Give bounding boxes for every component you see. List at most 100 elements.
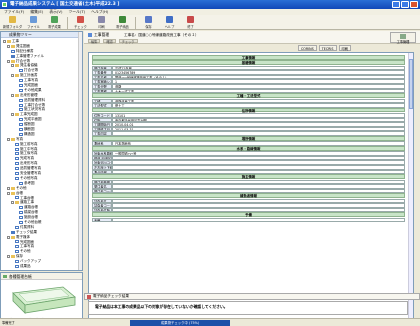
tab-tecris[interactable]: TECRIS xyxy=(318,45,337,51)
expand-icon[interactable] xyxy=(11,113,14,117)
section-header: 請負者情報 xyxy=(92,193,405,198)
file-icon xyxy=(15,152,19,156)
folder-icon xyxy=(11,44,15,48)
doc-title-text: 工事管理 xyxy=(94,32,110,37)
toolbar-button[interactable]: ヘルプ xyxy=(159,15,180,30)
construction-manage-label: 工事管理 xyxy=(396,40,410,44)
field-label: 予備 xyxy=(92,217,112,223)
file-icon xyxy=(15,171,19,175)
file-icon xyxy=(19,103,23,107)
section-title: 水系・路線情報 xyxy=(92,145,405,151)
expand-icon[interactable] xyxy=(11,201,14,205)
toolbar-button[interactable]: 終了 xyxy=(180,15,201,30)
toolbar-button[interactable]: チェック xyxy=(70,15,91,30)
expand-icon[interactable] xyxy=(7,186,10,190)
section-header: 基礎情報 xyxy=(92,60,405,65)
toolbar-icon xyxy=(51,16,58,23)
check-bar-label: 電子納品チェック結果 xyxy=(93,294,129,298)
toolbar-button[interactable]: 新規フォルダ xyxy=(2,15,23,30)
section-header: 場所情報 xyxy=(92,136,405,141)
toolbar-label: ヘルプ xyxy=(164,25,175,29)
minimize-button[interactable] xyxy=(392,1,400,8)
folder-icon xyxy=(11,186,15,190)
expand-icon[interactable] xyxy=(7,44,10,48)
shape-panel-header: 各種管理台帳 xyxy=(1,273,82,280)
section-header: 工種・工法型式 xyxy=(92,93,405,98)
toolbar-button[interactable]: ファイル xyxy=(23,15,44,30)
toolbar-label: 印刷 xyxy=(98,25,105,29)
tab-check[interactable]: チェック xyxy=(118,39,138,44)
form-scrollbar[interactable] xyxy=(408,53,413,321)
maximize-button[interactable] xyxy=(401,1,409,8)
expand-icon[interactable] xyxy=(11,64,14,68)
expand-icon[interactable] xyxy=(7,137,10,141)
toolbar-button[interactable]: 印刷 xyxy=(91,15,112,30)
toolbar-label: 保存 xyxy=(145,25,152,29)
section-header: 施主情報 xyxy=(92,174,405,179)
section-header: 工事情報 xyxy=(92,55,405,60)
construction-manage-button[interactable]: 工事管理 xyxy=(390,32,416,44)
folder-icon xyxy=(11,255,15,259)
tab-edit[interactable]: 編集 xyxy=(88,39,101,44)
expand-icon[interactable] xyxy=(7,59,10,63)
file-icon xyxy=(15,147,19,151)
expand-icon[interactable] xyxy=(7,255,10,259)
toolbar-button[interactable]: 電子納品 xyxy=(112,15,133,30)
section-title: 工事情報 xyxy=(92,55,405,60)
form-area: 工事情報 基礎情報 発注年度 平成22年度 工事番号 0123456789 工事名称 国道○○… xyxy=(88,52,414,322)
section-title: 予備 xyxy=(92,212,405,217)
field-input[interactable] xyxy=(112,217,405,223)
status-text: 準備完了 xyxy=(2,321,15,325)
folder-icon xyxy=(11,191,15,195)
toolbar-label: 電子成果 xyxy=(48,25,61,29)
expand-icon[interactable] xyxy=(3,39,6,43)
file-icon xyxy=(15,196,19,200)
shape-panel-title: 各種管理台帳 xyxy=(9,274,32,279)
toolbar-icon xyxy=(30,16,37,23)
status-progress: 成果物チェック中 (75%) xyxy=(130,320,230,326)
toolbar-icon xyxy=(98,16,105,23)
file-icon xyxy=(19,216,23,219)
check-result-bar[interactable]: 電子納品チェック結果 xyxy=(84,293,420,300)
form-scroll-thumb[interactable] xyxy=(409,59,413,109)
file-icon xyxy=(15,167,19,171)
tab-corins[interactable]: CORINS xyxy=(298,45,317,51)
expand-icon[interactable] xyxy=(11,74,14,78)
file-icon xyxy=(19,98,23,102)
toolbar-button[interactable]: 電子成果 xyxy=(44,15,65,30)
app-icon xyxy=(2,2,7,7)
folder-icon xyxy=(15,201,19,205)
file-icon xyxy=(11,230,15,234)
file-icon xyxy=(19,118,23,122)
toolbar-icon xyxy=(119,16,126,23)
doc-title: 工事管理 xyxy=(88,33,109,37)
file-icon xyxy=(15,162,19,166)
section-header: 住所情報 xyxy=(92,107,405,113)
tab-print[interactable]: 印刷 xyxy=(338,45,352,51)
file-icon xyxy=(15,176,19,180)
toolbar-icon xyxy=(9,16,16,23)
file-icon xyxy=(11,49,15,53)
folder-icon xyxy=(11,235,15,239)
doc-sub-tabs: 編集 確認 チェック xyxy=(88,39,138,44)
section-title: 施主情報 xyxy=(92,174,405,179)
close-button[interactable] xyxy=(410,1,418,8)
file-icon xyxy=(19,220,23,224)
tree-item[interactable]: 成果品 xyxy=(1,264,82,269)
file-icon xyxy=(19,132,23,136)
toolbar-separator xyxy=(67,17,68,29)
section-header: 水系・路線情報 xyxy=(92,145,405,151)
tree-scrollbar[interactable] xyxy=(78,32,82,270)
expand-icon[interactable] xyxy=(7,191,10,195)
expand-icon[interactable] xyxy=(11,93,14,97)
file-icon xyxy=(15,142,19,146)
expand-icon[interactable] xyxy=(7,235,10,239)
section-title: 工種・工法型式 xyxy=(92,93,405,98)
toolbar-label: ファイル xyxy=(27,25,40,29)
toolbar-button[interactable]: 保存 xyxy=(138,15,159,30)
file-icon xyxy=(15,250,19,254)
file-icon xyxy=(19,127,23,131)
tab-confirm[interactable]: 確認 xyxy=(103,39,116,44)
file-icon xyxy=(15,157,19,161)
file-icon xyxy=(19,181,23,185)
